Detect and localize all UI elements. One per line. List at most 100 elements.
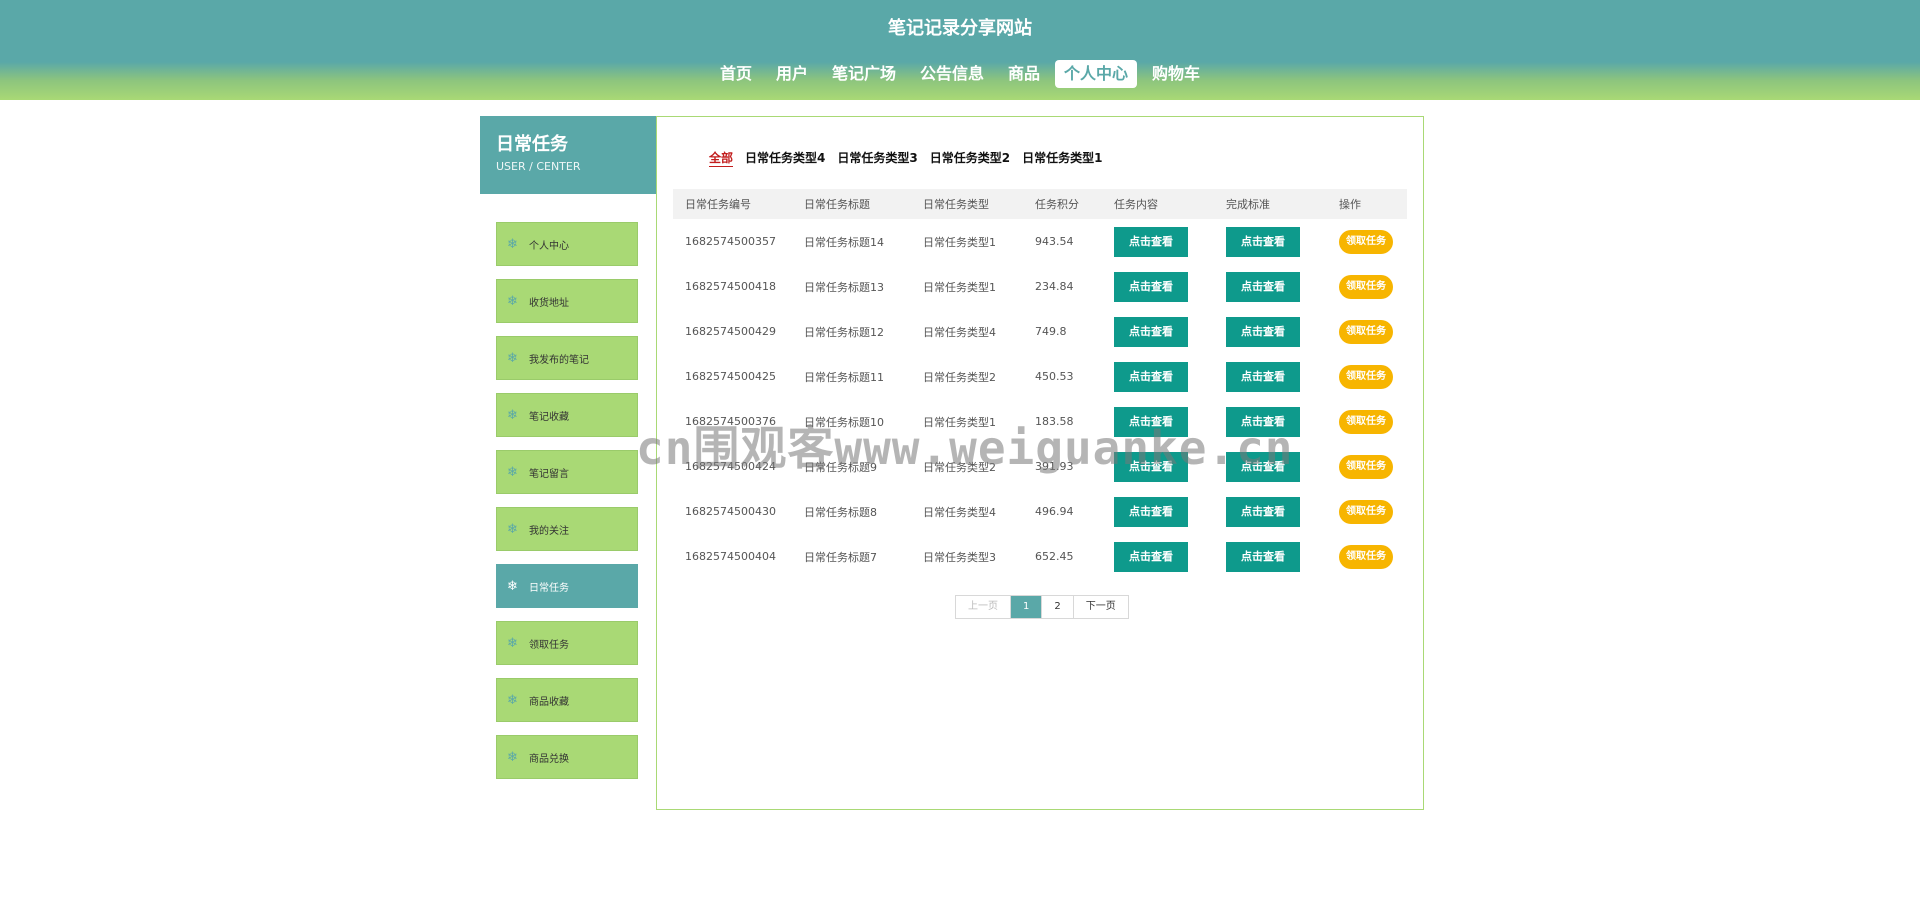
site-title: 笔记记录分享网站	[888, 18, 1032, 39]
sidebar-item-note-favorites[interactable]: ❄ 笔记收藏	[496, 393, 638, 437]
task-id: 1682574500429	[685, 325, 776, 338]
nav-item-products[interactable]: 商品	[999, 60, 1049, 88]
task-id: 1682574500404	[685, 550, 776, 563]
snowflake-icon: ❄	[507, 407, 518, 423]
filter-all[interactable]: 全部	[709, 149, 734, 167]
view-content-button[interactable]: 点击查看	[1114, 271, 1188, 302]
snowflake-icon: ❄	[507, 350, 518, 366]
task-id: 1682574500425	[685, 370, 776, 383]
claim-task-button[interactable]: 领取任务	[1339, 319, 1393, 344]
filter-type-3[interactable]: 日常任务类型3	[837, 149, 917, 167]
snowflake-icon: ❄	[507, 749, 518, 765]
main-nav: 首页 用户 笔记广场 公告信息 商品 个人中心 购物车	[0, 60, 1920, 88]
sidebar-item-label: 日常任务	[529, 582, 569, 594]
sidebar-item-label: 个人中心	[529, 240, 569, 252]
snowflake-icon: ❄	[507, 464, 518, 480]
claim-task-button[interactable]: 领取任务	[1339, 364, 1393, 389]
view-standard-button[interactable]: 点击查看	[1226, 361, 1300, 392]
filter-type-1[interactable]: 日常任务类型1	[1022, 149, 1102, 167]
column-header: 任务内容	[1114, 198, 1158, 211]
task-title: 日常任务标题8	[804, 505, 877, 519]
sidebar-item-product-exchange[interactable]: ❄ 商品兑换	[496, 735, 638, 779]
filter-type-4[interactable]: 日常任务类型4	[745, 149, 825, 167]
type-filter-bar: 全部 日常任务类型4 日常任务类型3 日常任务类型2 日常任务类型1	[709, 149, 1102, 167]
sidebar-item-claimed-tasks[interactable]: ❄ 领取任务	[496, 621, 638, 665]
watermark: cn围观客www.weiguanke.cn	[636, 421, 1294, 475]
view-standard-button[interactable]: 点击查看	[1226, 226, 1300, 257]
next-page-button[interactable]: 下一页	[1074, 596, 1128, 618]
task-title: 日常任务标题11	[804, 370, 884, 384]
task-type: 日常任务类型4	[923, 505, 996, 519]
task-points: 450.53	[1035, 370, 1074, 383]
claim-task-button[interactable]: 领取任务	[1339, 544, 1393, 569]
sidebar-item-label: 我发布的笔记	[529, 354, 589, 366]
filter-type-2[interactable]: 日常任务类型2	[930, 149, 1010, 167]
nav-item-personal-center[interactable]: 个人中心	[1055, 60, 1138, 88]
view-content-button[interactable]: 点击查看	[1114, 316, 1188, 347]
task-title: 日常任务标题14	[804, 235, 884, 249]
view-content-button[interactable]: 点击查看	[1114, 496, 1188, 527]
nav-item-home[interactable]: 首页	[711, 60, 761, 88]
column-header: 日常任务标题	[804, 198, 870, 211]
sidebar-item-label: 收货地址	[529, 297, 569, 309]
sidebar-subtitle: USER / CENTER	[496, 160, 581, 173]
sidebar-item-daily-tasks[interactable]: ❄ 日常任务	[496, 564, 638, 608]
column-header: 完成标准	[1226, 198, 1270, 211]
sidebar-item-label: 商品兑换	[529, 753, 569, 765]
view-standard-button[interactable]: 点击查看	[1226, 316, 1300, 347]
view-content-button[interactable]: 点击查看	[1114, 541, 1188, 572]
task-id: 1682574500357	[685, 235, 776, 248]
page-button-2[interactable]: 2	[1042, 596, 1074, 618]
sidebar-item-label: 我的关注	[529, 525, 569, 537]
nav-item-announcements[interactable]: 公告信息	[911, 60, 993, 88]
column-header: 任务积分	[1035, 198, 1079, 211]
view-content-button[interactable]: 点击查看	[1114, 361, 1188, 392]
snowflake-icon: ❄	[507, 236, 518, 252]
snowflake-icon: ❄	[507, 293, 518, 309]
nav-item-users[interactable]: 用户	[767, 60, 817, 88]
prev-page-button[interactable]: 上一页	[956, 596, 1011, 618]
snowflake-icon: ❄	[507, 692, 518, 708]
view-standard-button[interactable]: 点击查看	[1226, 496, 1300, 527]
task-type: 日常任务类型1	[923, 235, 996, 249]
column-header: 日常任务编号	[685, 198, 751, 211]
sidebar-item-my-follows[interactable]: ❄ 我的关注	[496, 507, 638, 551]
claim-task-button[interactable]: 领取任务	[1339, 229, 1393, 254]
snowflake-icon: ❄	[507, 635, 518, 651]
task-points: 652.45	[1035, 550, 1074, 563]
sidebar-item-shipping-address[interactable]: ❄ 收货地址	[496, 279, 638, 323]
task-id: 1682574500418	[685, 280, 776, 293]
claim-task-button[interactable]: 领取任务	[1339, 499, 1393, 524]
claim-task-button[interactable]: 领取任务	[1339, 409, 1393, 434]
column-header: 日常任务类型	[923, 198, 989, 211]
sidebar-item-label: 笔记收藏	[529, 411, 569, 423]
sidebar-title: 日常任务	[496, 134, 568, 155]
table-row: 1682574500357 日常任务标题14 日常任务类型1 943.54 点击…	[673, 219, 1407, 264]
column-header: 操作	[1339, 198, 1361, 211]
task-points: 749.8	[1035, 325, 1067, 338]
claim-task-button[interactable]: 领取任务	[1339, 274, 1393, 299]
pagination: 上一页 1 2 下一页	[955, 595, 1129, 619]
sidebar-item-my-notes[interactable]: ❄ 我发布的笔记	[496, 336, 638, 380]
claim-task-button[interactable]: 领取任务	[1339, 454, 1393, 479]
task-points: 943.54	[1035, 235, 1074, 248]
view-content-button[interactable]: 点击查看	[1114, 226, 1188, 257]
nav-item-notes-square[interactable]: 笔记广场	[823, 60, 905, 88]
task-type: 日常任务类型1	[923, 280, 996, 294]
sidebar-item-note-comments[interactable]: ❄ 笔记留言	[496, 450, 638, 494]
snowflake-icon: ❄	[507, 578, 518, 594]
task-points: 234.84	[1035, 280, 1074, 293]
sidebar-item-personal-center[interactable]: ❄ 个人中心	[496, 222, 638, 266]
table-row: 1682574500418 日常任务标题13 日常任务类型1 234.84 点击…	[673, 264, 1407, 309]
site-header: 笔记记录分享网站 首页 用户 笔记广场 公告信息 商品 个人中心 购物车	[0, 0, 1920, 100]
page-button-1[interactable]: 1	[1011, 596, 1043, 618]
nav-item-cart[interactable]: 购物车	[1143, 60, 1209, 88]
view-standard-button[interactable]: 点击查看	[1226, 271, 1300, 302]
sidebar-menu: ❄ 个人中心 ❄ 收货地址 ❄ 我发布的笔记 ❄ 笔记收藏 ❄ 笔记留言 ❄ 我的关注 ❄ 日…	[496, 222, 640, 792]
task-type: 日常任务类型2	[923, 370, 996, 384]
view-standard-button[interactable]: 点击查看	[1226, 541, 1300, 572]
table-row: 1682574500404 日常任务标题7 日常任务类型3 652.45 点击查…	[673, 534, 1407, 579]
sidebar-item-product-favorites[interactable]: ❄ 商品收藏	[496, 678, 638, 722]
sidebar-item-label: 笔记留言	[529, 468, 569, 480]
sidebar-item-label: 领取任务	[529, 639, 569, 651]
